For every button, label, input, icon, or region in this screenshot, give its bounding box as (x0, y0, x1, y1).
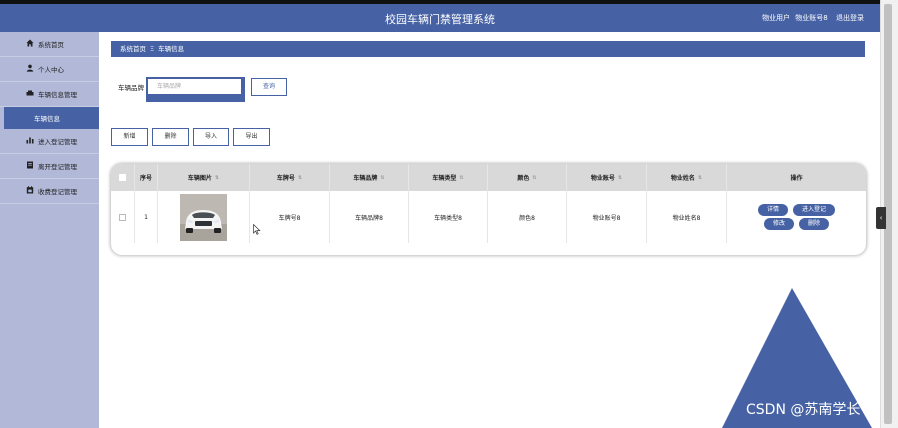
mouse-cursor-icon (253, 224, 261, 235)
sort-icon: ⇅ (697, 174, 703, 181)
edit-button[interactable]: 修改 (763, 218, 794, 230)
col-header-name[interactable]: 物业姓名 ⇅ (647, 164, 727, 191)
col-header-image[interactable]: 车辆图片 ⇅ (158, 164, 250, 191)
col-header-brand[interactable]: 车辆品牌 ⇅ (330, 164, 409, 191)
sort-icon: ⇅ (214, 174, 220, 181)
action-row: 详情 进入登记 (757, 204, 836, 216)
sort-icon: ⇅ (617, 174, 623, 181)
action-group: 详情 进入登记 修改 删除 (757, 204, 836, 230)
import-button[interactable]: 导入 (193, 128, 229, 146)
sidebar-item-home[interactable]: 系统首页 (0, 32, 99, 57)
app-header: 校园车辆门禁管理系统 物业用户 物业账号8 退出登录 (0, 4, 880, 32)
vehicle-table: 序号 车辆图片 ⇅ 车牌号 ⇅ 车辆品牌 ⇅ 车辆类型 ⇅ 颜色 ⇅ 物业账号 ⇅ 物业姓名… (111, 164, 866, 255)
logout-link[interactable]: 退出登录 (836, 14, 864, 22)
sidebar-item-profile[interactable]: 个人中心 (0, 57, 99, 82)
batch-delete-button[interactable]: 删除 (152, 128, 189, 146)
cell-image (158, 191, 250, 243)
sidebar: 系统首页 个人中心 车辆信息管理 车辆信息 进入登记管理 离开登记管理 收费登记… (0, 32, 99, 428)
search-label: 车辆品牌 (118, 84, 144, 92)
col-header-index: 序号 (135, 164, 158, 191)
col-header-account[interactable]: 物业账号 ⇅ (567, 164, 647, 191)
search-button[interactable]: 查询 (251, 78, 287, 96)
watermark-text: CSDN @苏南学长 (746, 402, 861, 418)
breadcrumb-separator: Ξ (150, 45, 155, 53)
vehicle-photo[interactable] (180, 193, 227, 241)
sort-icon: ⇅ (380, 174, 385, 181)
select-all-cell (111, 164, 135, 191)
user-area: 物业用户 物业账号8 退出登录 (759, 13, 864, 23)
add-button[interactable]: 新增 (111, 128, 148, 146)
breadcrumb-current: 车辆信息 (158, 45, 185, 53)
sidebar-item-vehicle-management[interactable]: 车辆信息管理 (0, 82, 99, 107)
user-account: 物业账号8 (795, 14, 828, 22)
sidebar-item-exit-management[interactable]: 离开登记管理 (0, 154, 99, 179)
sidebar-item-label: 车辆信息 (34, 115, 60, 123)
col-header-actions: 操作 (790, 175, 803, 182)
home-icon (26, 39, 35, 49)
export-button[interactable]: 导出 (233, 128, 270, 146)
search-input-wrapper: 车辆品牌 (146, 77, 245, 102)
action-row: 修改 删除 (763, 218, 830, 230)
sidebar-item-entry-management[interactable]: 进入登记管理 (0, 129, 99, 154)
delete-button[interactable]: 删除 (799, 218, 830, 230)
bar-chart-icon (26, 136, 35, 146)
row-checkbox[interactable] (119, 213, 126, 221)
sidebar-item-label: 进入登记管理 (38, 138, 77, 146)
sidebar-item-fee-management[interactable]: 收费登记管理 (0, 179, 99, 204)
car-icon (26, 89, 35, 99)
cell-account: 物业账号8 (567, 191, 647, 243)
enter-register-button[interactable]: 进入登记 (793, 204, 836, 216)
sort-icon: ⇅ (532, 174, 537, 181)
breadcrumb: 系统首页 Ξ 车辆信息 (111, 41, 865, 57)
sidebar-item-label: 个人中心 (38, 66, 64, 74)
document-icon (26, 161, 35, 171)
sort-icon: ⇅ (297, 174, 303, 181)
sidebar-item-label: 离开登记管理 (38, 163, 77, 171)
user-icon (26, 64, 35, 74)
select-all-checkbox[interactable] (119, 174, 126, 181)
sort-icon: ⇅ (459, 174, 464, 181)
table-row: 1 车牌号8 车辆品牌8 车辆类型8 颜色8 物业账号8 物业姓名8 详情 进入… (111, 191, 866, 243)
cell-index: 1 (135, 191, 158, 243)
detail-button[interactable]: 详情 (757, 204, 788, 216)
cell-actions: 详情 进入登记 修改 删除 (727, 191, 866, 243)
sidebar-item-label: 车辆信息管理 (38, 91, 77, 99)
sidebar-item-label: 收费登记管理 (38, 188, 77, 196)
breadcrumb-home[interactable]: 系统首页 (120, 45, 146, 53)
col-header-color[interactable]: 颜色 ⇅ (488, 164, 567, 191)
row-select-cell (111, 191, 135, 243)
cell-plate: 车牌号8 (250, 191, 330, 243)
brand-search-input[interactable]: 车辆品牌 (148, 79, 241, 94)
cell-type: 车辆类型8 (409, 191, 488, 243)
calendar-icon (26, 186, 35, 196)
app-title: 校园车辆门禁管理系统 (385, 13, 495, 26)
cell-color: 颜色8 (488, 191, 567, 243)
user-role: 物业用户 (762, 14, 791, 22)
sidebar-item-label: 系统首页 (38, 41, 64, 49)
sidebar-item-vehicle-info[interactable]: 车辆信息 (4, 107, 99, 129)
col-header-type[interactable]: 车辆类型 ⇅ (409, 164, 488, 191)
collapse-handle-icon[interactable]: ‹ (876, 207, 886, 229)
cell-name: 物业姓名8 (647, 191, 727, 243)
cell-brand: 车辆品牌8 (330, 191, 409, 243)
table-header: 序号 车辆图片 ⇅ 车牌号 ⇅ 车辆品牌 ⇅ 车辆类型 ⇅ 颜色 ⇅ 物业账号 ⇅ 物业姓名… (111, 164, 866, 191)
col-header-plate[interactable]: 车牌号 ⇅ (250, 164, 330, 191)
